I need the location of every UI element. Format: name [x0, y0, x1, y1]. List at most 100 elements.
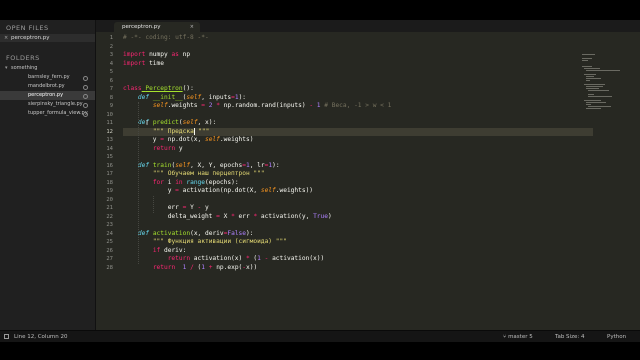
indent-guide [138, 102, 139, 264]
code-line[interactable]: # -*- coding: utf-8 -*- [123, 34, 209, 43]
code-line[interactable]: delta_weight = X * err * activation(y, T… [123, 213, 332, 222]
minimap[interactable] [582, 54, 622, 114]
file-item-label: perceptron.py [28, 92, 64, 98]
tab-bar: perceptron.py × [96, 20, 640, 32]
file-item[interactable]: tupper_formula_view.py [0, 109, 95, 118]
branch-name: master [508, 334, 528, 340]
git-branch[interactable]: ⑂ master 5 [503, 331, 533, 342]
minimap-line [586, 86, 603, 87]
code-line[interactable]: return activation(x) * (1 - activation(x… [123, 255, 325, 264]
line-number: 7 [109, 86, 113, 92]
minimap-line [586, 104, 591, 105]
file-status-icon [83, 112, 88, 117]
sidebar: OPEN FILES × perceptron.py FOLDERS ▾ som… [0, 20, 96, 330]
code-editor[interactable]: 1 2 3 4 5 6 7 8 9 10 11 12 13 14 15 16 17 18 19 20 21 22 23 24 2… [96, 32, 640, 330]
code-line[interactable]: for i in range(epochs): [123, 179, 239, 188]
panel-toggle-icon[interactable] [4, 334, 9, 339]
file-item-label: barnsley_fern.py [28, 74, 70, 80]
minimap-line [582, 54, 595, 55]
code-line[interactable]: """ Обучаем наш перцептрон """ [123, 170, 265, 179]
syntax-mode[interactable]: Python [607, 331, 626, 342]
indent-guide [153, 195, 154, 213]
code-line[interactable]: """ Предска """ [123, 127, 593, 136]
minimap-line [588, 96, 613, 97]
line-number: 1 [109, 35, 113, 41]
file-item-label: tupper_formula_view.py [28, 110, 88, 116]
line-number: 26 [106, 247, 113, 254]
tab-perceptron[interactable]: perceptron.py × [114, 22, 200, 32]
line-number: 25 [106, 239, 113, 245]
file-item[interactable]: barnsley_fern.py [0, 73, 95, 82]
code-line[interactable]: return 1 / (1 + np.exp(-x)) [123, 264, 257, 273]
code-line[interactable]: def predict(self, x): [123, 119, 216, 128]
text-caret [193, 127, 195, 135]
code-line[interactable]: err = Y - y [123, 204, 209, 213]
file-status-icon [83, 85, 88, 90]
line-number: 16 [106, 162, 113, 169]
line-number: 19 [106, 188, 113, 194]
line-number-gutter: 1 2 3 4 5 6 7 8 9 10 11 12 13 14 15 16 17 18 19 20 21 22 23 24 2… [96, 32, 117, 330]
branch-count: 5 [529, 334, 533, 340]
line-number: 6 [109, 77, 113, 84]
close-icon[interactable]: × [190, 22, 194, 32]
code-line[interactable]: y = np.dot(x, self.weights) [123, 136, 254, 145]
code-line[interactable]: if deriv: [123, 247, 187, 256]
line-number: 8 [109, 94, 113, 101]
line-number: 27 [106, 256, 113, 262]
file-item-selected[interactable]: perceptron.py [0, 91, 95, 100]
minimap-line [584, 84, 605, 85]
line-number: 9 [109, 103, 113, 109]
minimap-line [582, 60, 589, 61]
line-number: 11 [106, 120, 113, 126]
chevron-down-icon: ▾ [5, 65, 8, 71]
minimap-line [586, 76, 595, 77]
line-number: 17 [106, 171, 113, 177]
line-number: 14 [106, 145, 113, 152]
tab-size[interactable]: Tab Size: 4 [555, 331, 584, 342]
minimap-line [588, 90, 610, 91]
file-item[interactable]: sierpinsky_triangle.py [0, 100, 95, 109]
code-line[interactable]: class Perceptron(): [123, 85, 194, 94]
minimap-line [584, 100, 602, 101]
line-number: 5 [109, 69, 113, 75]
line-number: 23 [106, 222, 113, 228]
file-item[interactable]: mandelbrot.py [0, 82, 95, 91]
code-line[interactable]: y = activation(np.dot(X, self.weights)) [123, 187, 313, 196]
line-number: 20 [106, 196, 113, 203]
code-line[interactable]: import time [123, 60, 164, 69]
file-status-icon [83, 103, 88, 108]
line-number: 21 [106, 205, 113, 211]
folder-something-label: something [11, 65, 38, 71]
minimap-line [582, 66, 593, 67]
line-number: 18 [106, 179, 113, 186]
minimap-line [586, 80, 591, 81]
open-file-perceptron[interactable]: × perceptron.py [0, 34, 95, 42]
line-number: 24 [106, 230, 113, 237]
line-number: 28 [106, 264, 113, 271]
folders-header: FOLDERS [6, 54, 40, 62]
line-number: 3 [109, 52, 113, 58]
code-line[interactable]: def train(self, X, Y, epochs=1, lr=1): [123, 162, 280, 171]
minimap-line [584, 74, 596, 75]
code-area[interactable]: # -*- coding: utf-8 -*- import numpy as n… [123, 32, 593, 330]
code-line[interactable]: return y [123, 145, 183, 154]
close-icon[interactable]: × [4, 34, 8, 42]
line-number: 4 [109, 60, 113, 67]
code-line[interactable]: def __init__(self, inputs=1): [123, 94, 246, 103]
file-item-label: sierpinsky_triangle.py [28, 101, 83, 107]
minimap-line [586, 108, 602, 109]
line-number: 15 [106, 154, 113, 160]
line-number: 12 [106, 128, 113, 135]
line-number: 2 [109, 43, 113, 50]
minimap-line [588, 94, 595, 95]
code-line[interactable]: """ Функция активации (сигмоида) """ [123, 238, 287, 247]
code-line[interactable]: def activation(x, deriv=False): [123, 230, 254, 239]
editor-window: OPEN FILES × perceptron.py FOLDERS ▾ som… [0, 20, 640, 342]
folder-something[interactable]: ▾ something [0, 64, 95, 73]
status-bar: Line 12, Column 20 ⑂ master 5 Tab Size: … [0, 330, 640, 342]
tab-label: perceptron.py [122, 24, 161, 30]
minimap-line [586, 102, 606, 103]
code-line[interactable]: import numpy as np [123, 51, 190, 60]
minimap-line [586, 88, 599, 89]
code-line[interactable]: self.weights = 2 * np.random.rand(inputs… [123, 102, 392, 111]
